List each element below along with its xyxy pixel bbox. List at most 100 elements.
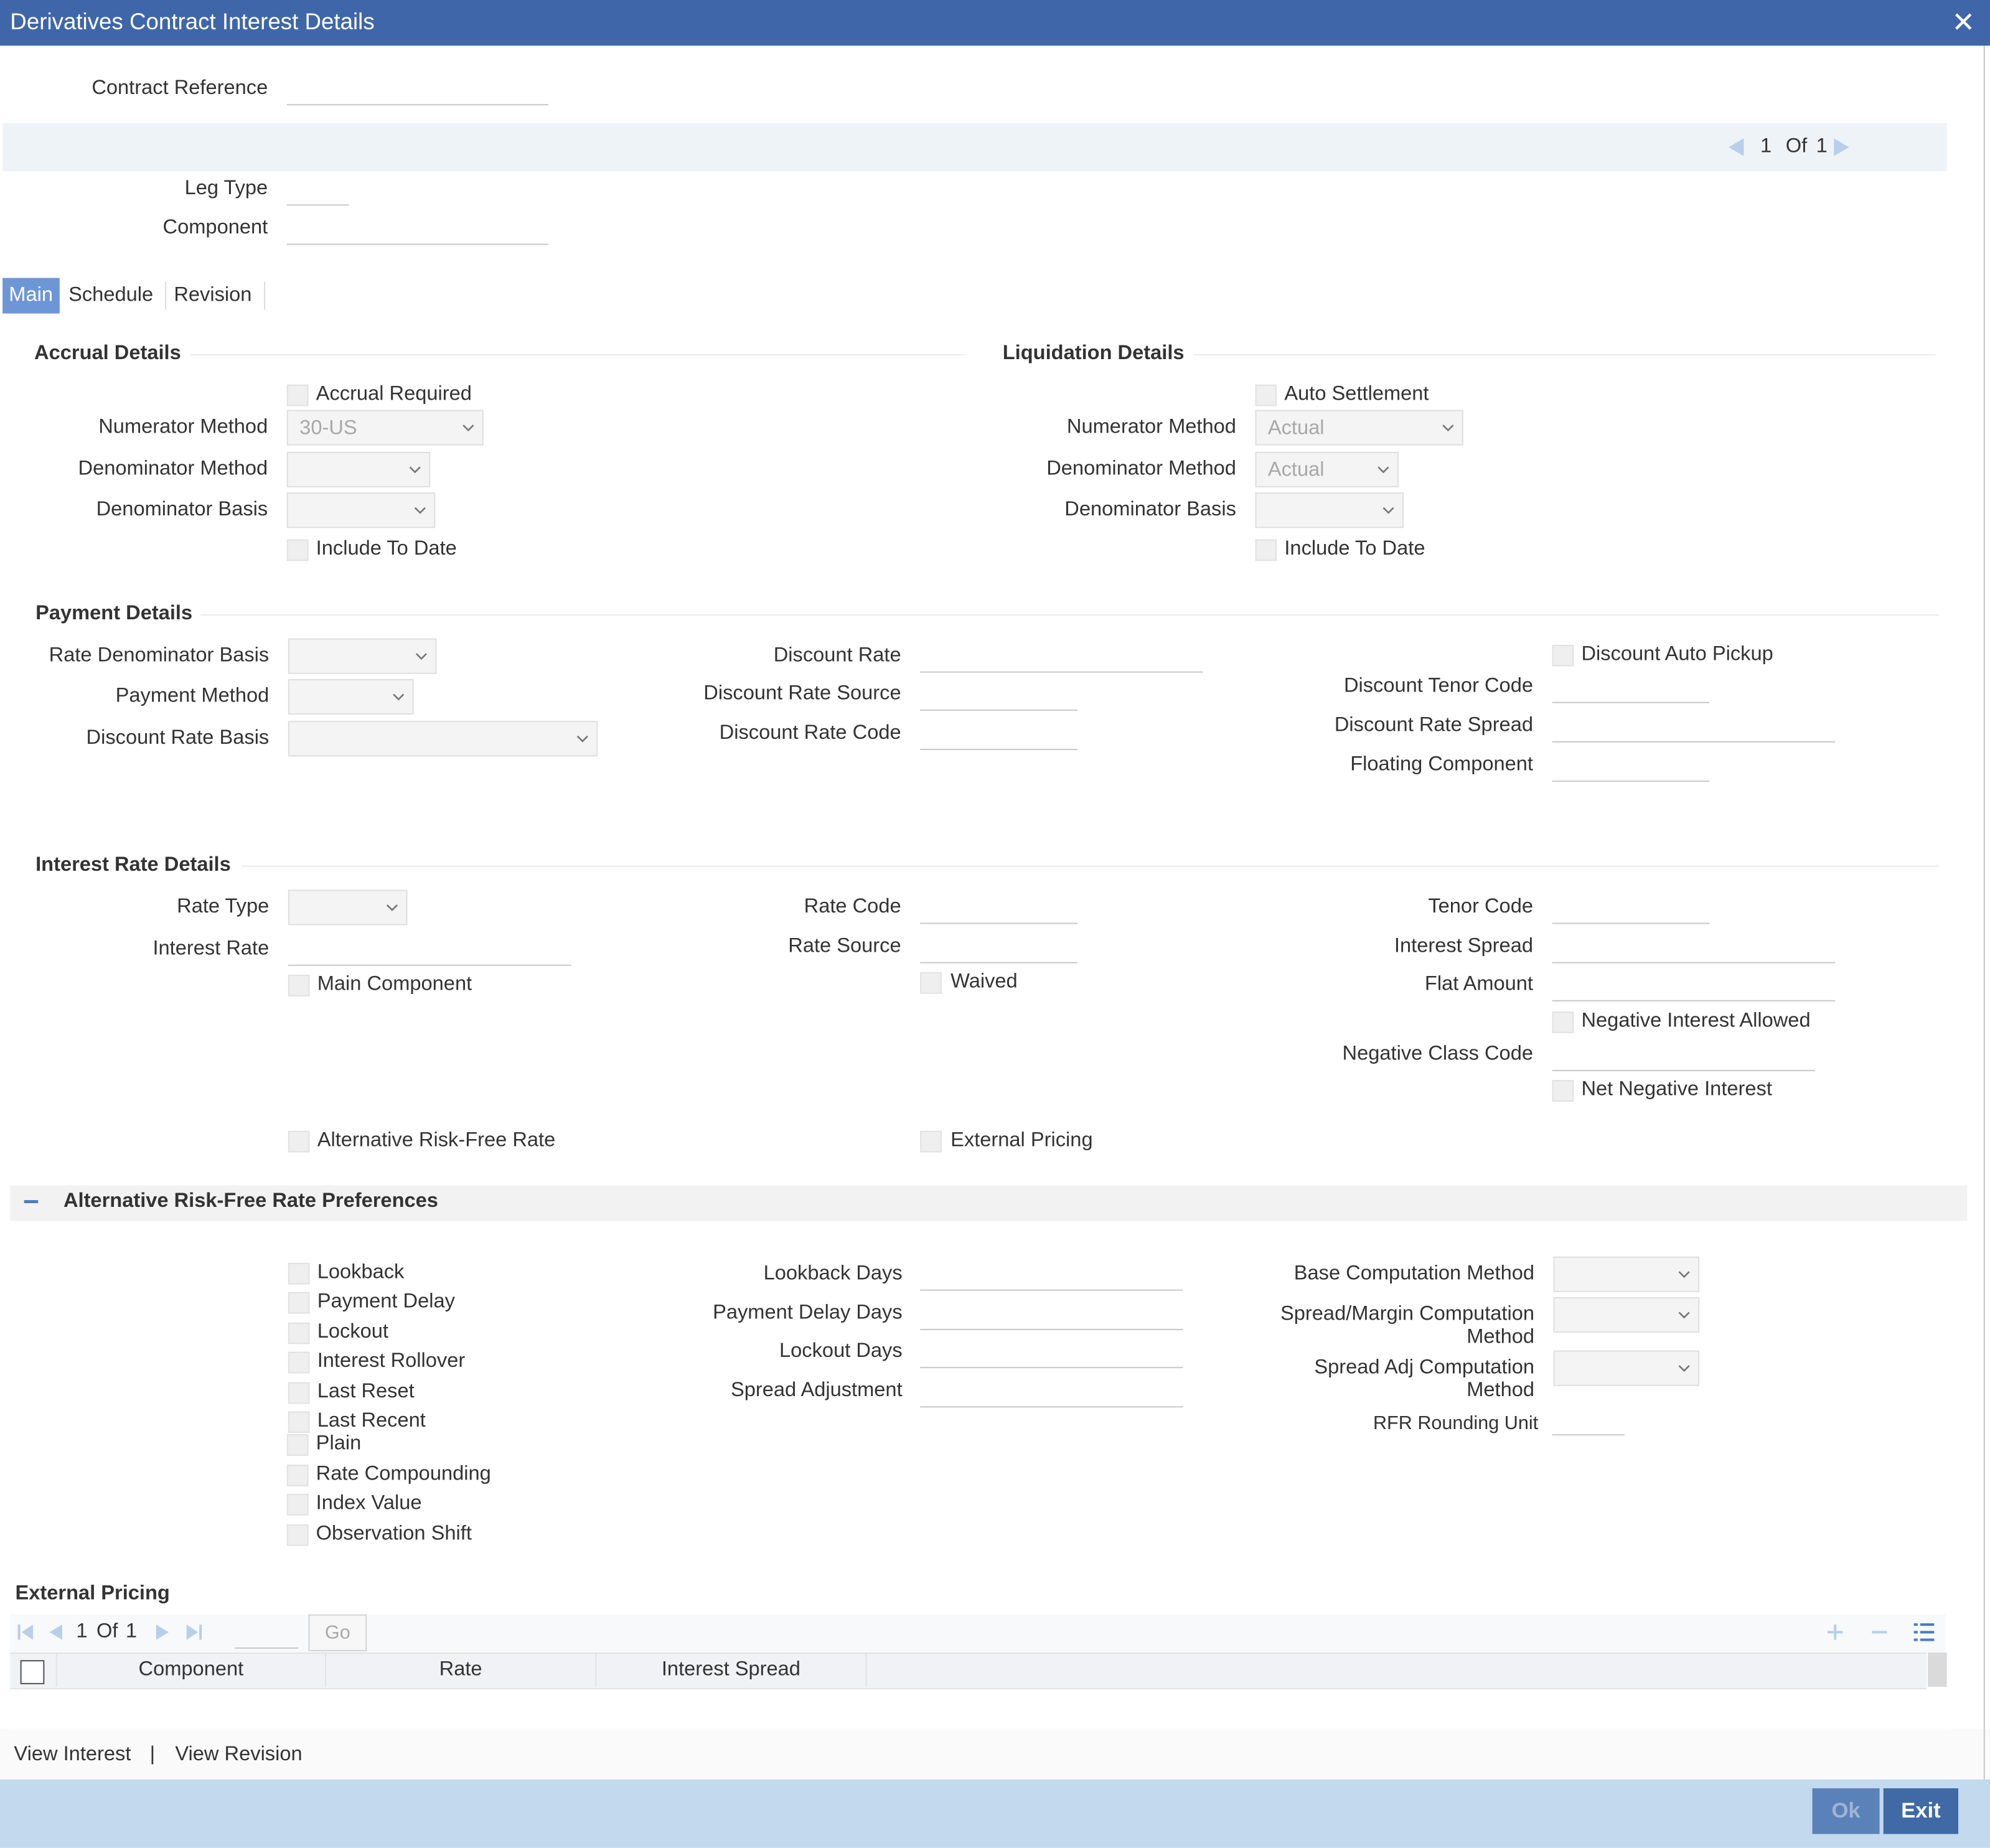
discount-auto-pickup-checkbox[interactable] — [1552, 644, 1574, 667]
contract-reference-input[interactable] — [286, 73, 548, 106]
plain-checkbox[interactable] — [286, 1434, 309, 1456]
rate-source-input[interactable] — [920, 932, 1078, 964]
discount-rate-code-input[interactable] — [920, 718, 1078, 751]
liquidation-denominator-select[interactable]: Actual — [1255, 451, 1399, 488]
select-all-checkbox[interactable] — [20, 1660, 45, 1684]
interest-spread-input[interactable] — [1552, 932, 1836, 964]
spread-adjustment-label: Spread Adjustment — [730, 1379, 903, 1402]
accrual-denominator-select[interactable] — [286, 451, 431, 488]
discount-rate-basis-label: Discount Rate Basis — [86, 727, 270, 749]
discount-rate-spread-input[interactable] — [1552, 711, 1836, 743]
tab-main[interactable]: Main — [2, 278, 60, 314]
accrual-numerator-select[interactable]: 30-US — [286, 410, 484, 446]
liquidation-denominator-value: Actual — [1267, 459, 1325, 481]
prev-page-icon[interactable] — [45, 1622, 66, 1643]
view-revision-link[interactable]: View Revision — [175, 1744, 302, 1767]
tenor-code-label: Tenor Code — [1428, 896, 1533, 918]
ok-button[interactable]: Ok — [1812, 1788, 1880, 1834]
first-page-icon[interactable] — [15, 1622, 35, 1643]
last-page-icon[interactable] — [184, 1622, 205, 1643]
negative-interest-allowed-checkbox[interactable] — [1552, 1011, 1574, 1033]
waived-label: Waived — [950, 970, 1018, 993]
payment-section-title: Payment Details — [35, 603, 193, 625]
index-value-checkbox[interactable] — [286, 1494, 309, 1516]
spread-margin-method-select[interactable] — [1553, 1297, 1700, 1333]
liquidation-numerator-value: Actual — [1267, 417, 1325, 439]
add-row-icon[interactable] — [1825, 1622, 1846, 1643]
tab-schedule[interactable]: Schedule — [62, 278, 159, 314]
auto-settlement-checkbox[interactable] — [1255, 384, 1277, 406]
alternative-rfr-checkbox[interactable] — [288, 1130, 310, 1153]
spread-adj-method-select[interactable] — [1553, 1350, 1700, 1386]
spread-adjustment-input[interactable] — [920, 1376, 1183, 1408]
tab-revision[interactable]: Revision — [167, 278, 258, 314]
observation-shift-label: Observation Shift — [316, 1522, 472, 1545]
column-component[interactable]: Component — [57, 1659, 325, 1682]
grid-page-input[interactable] — [235, 1617, 299, 1649]
spread-adj-method-label: Spread Adj Computation — [1314, 1356, 1535, 1379]
waived-checkbox[interactable] — [920, 972, 942, 994]
interest-rollover-checkbox[interactable] — [288, 1351, 310, 1374]
tenor-code-input[interactable] — [1552, 892, 1710, 924]
discount-rate-input[interactable] — [920, 641, 1203, 673]
column-rate[interactable]: Rate — [326, 1659, 595, 1682]
base-computation-method-select[interactable] — [1553, 1256, 1700, 1292]
rate-denominator-basis-select[interactable] — [288, 638, 437, 674]
delete-row-icon[interactable] — [1869, 1622, 1890, 1643]
rate-code-input[interactable] — [920, 892, 1078, 924]
discount-rate-source-input[interactable] — [920, 679, 1078, 711]
observation-shift-checkbox[interactable] — [286, 1524, 309, 1546]
accrual-denominator-basis-select[interactable] — [286, 492, 436, 528]
next-page-icon[interactable] — [153, 1622, 173, 1643]
accrual-denominator-label: Denominator Method — [78, 458, 268, 480]
lookback-checkbox[interactable] — [288, 1262, 310, 1285]
main-component-checkbox[interactable] — [288, 975, 310, 997]
prev-record-icon[interactable] — [1726, 136, 1747, 159]
liquidation-numerator-select[interactable]: Actual — [1255, 410, 1463, 446]
exit-button[interactable]: Exit — [1883, 1788, 1959, 1834]
chevron-down-icon — [415, 653, 428, 660]
payment-method-select[interactable] — [288, 678, 414, 715]
rate-compounding-checkbox[interactable] — [286, 1465, 309, 1486]
section-divider — [190, 354, 965, 355]
accrual-include-to-date-checkbox[interactable] — [286, 539, 309, 561]
payment-delay-checkbox[interactable] — [288, 1292, 310, 1314]
floating-component-input[interactable] — [1552, 750, 1710, 782]
discount-rate-basis-select[interactable] — [288, 721, 598, 757]
net-negative-interest-checkbox[interactable] — [1552, 1080, 1574, 1102]
payment-delay-days-input[interactable] — [920, 1298, 1183, 1330]
close-icon[interactable]: ✕ — [1945, 2, 1983, 43]
leg-type-input[interactable] — [286, 174, 349, 206]
view-interest-link[interactable]: View Interest — [14, 1744, 131, 1767]
collapse-icon[interactable]: − — [23, 1186, 39, 1219]
grid-scrollbar[interactable] — [1928, 1652, 1947, 1687]
column-interest-spread[interactable]: Interest Spread — [596, 1659, 865, 1682]
lockout-days-input[interactable] — [920, 1336, 1183, 1369]
next-record-icon[interactable] — [1831, 136, 1852, 159]
rfr-rounding-unit-input[interactable] — [1552, 1404, 1625, 1436]
accrual-numerator-value: 30-US — [299, 417, 357, 439]
last-reset-label: Last Reset — [317, 1381, 415, 1403]
last-recent-checkbox[interactable] — [288, 1411, 310, 1433]
lockout-checkbox[interactable] — [288, 1322, 310, 1344]
flat-amount-input[interactable] — [1552, 970, 1836, 1001]
liquidation-denominator-basis-select[interactable] — [1255, 492, 1404, 528]
interest-rate-input[interactable] — [288, 934, 571, 966]
lookback-days-input[interactable] — [920, 1259, 1183, 1291]
footer-separator: | — [149, 1743, 156, 1766]
accrual-required-checkbox[interactable] — [286, 384, 309, 406]
negative-class-code-input[interactable] — [1552, 1039, 1815, 1072]
accrual-required-label: Accrual Required — [316, 383, 472, 405]
component-input[interactable] — [286, 213, 548, 245]
go-button[interactable]: Go — [308, 1614, 367, 1651]
rate-type-select[interactable] — [288, 889, 408, 926]
discount-tenor-code-input[interactable] — [1552, 672, 1710, 703]
liquidation-include-to-date-checkbox[interactable] — [1255, 539, 1277, 561]
external-pricing-checkbox[interactable] — [920, 1130, 942, 1153]
last-reset-checkbox[interactable] — [288, 1382, 310, 1404]
grid-page-current: 1 — [76, 1620, 88, 1643]
lookback-days-label: Lookback Days — [763, 1262, 903, 1285]
pager-of: Of — [1785, 136, 1808, 157]
single-record-view-icon[interactable] — [1913, 1621, 1936, 1644]
base-computation-method-label: Base Computation Method — [1293, 1262, 1535, 1285]
